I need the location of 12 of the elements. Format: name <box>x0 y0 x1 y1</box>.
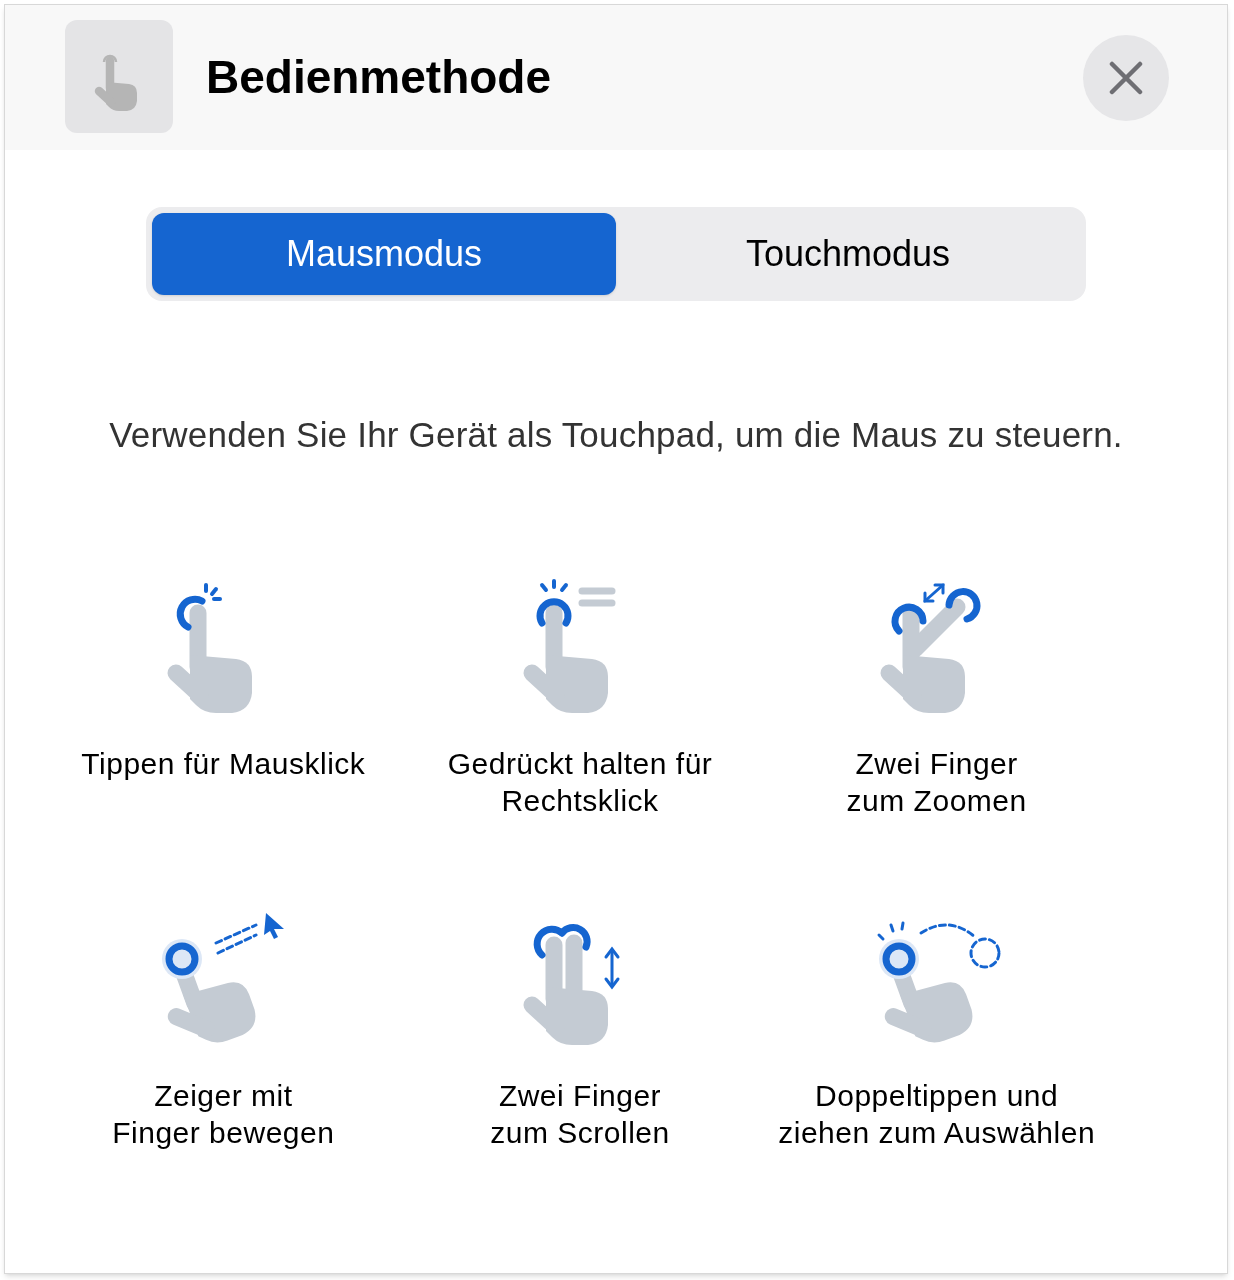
dialog-title: Bedienmethode <box>206 50 553 105</box>
mode-tab[interactable]: Touchmodus <box>616 213 1080 295</box>
description-text: Verwenden Sie Ihr Gerät als Touchpad, um die Maus zu steuern. <box>108 414 1124 456</box>
close-icon <box>1109 60 1143 95</box>
gesture-label: Zwei Finger zum Zoomen <box>846 745 1027 819</box>
hand-pointer-icon <box>65 20 173 133</box>
mode-tab[interactable]: Mausmodus <box>152 213 616 295</box>
gesture-label: Zwei Finger zum Scrollen <box>490 1077 670 1151</box>
gesture-label: Doppeltippen und ziehen zum Auswählen <box>778 1077 1096 1151</box>
gesture-label: Gedrückt halten für Rechtsklick <box>447 745 713 819</box>
gesture-label: Tippen für Mausklick <box>81 745 366 782</box>
gesture-label: Zeiger mit Finger bewegen <box>112 1077 335 1151</box>
